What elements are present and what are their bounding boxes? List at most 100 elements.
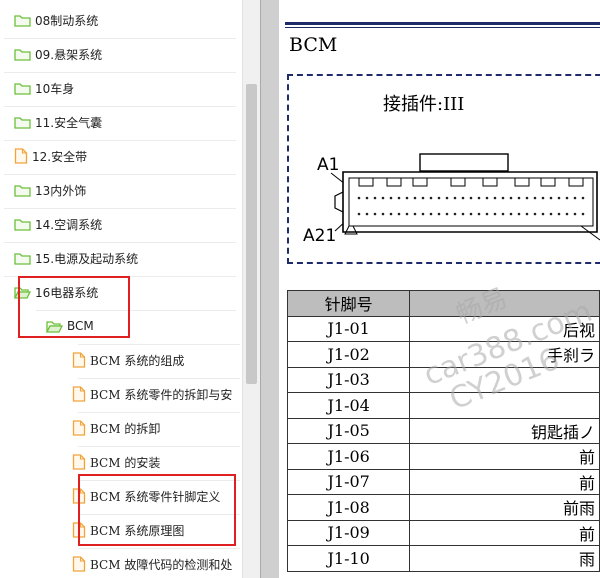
table-row: J1-07 前	[286, 468, 600, 495]
navigation-tree: 08制动系统 09.悬架系统 10车身 11.安全气囊 12.安全带 13内外饰…	[0, 0, 242, 578]
folder-icon	[14, 48, 31, 61]
divider	[78, 412, 240, 413]
divider	[78, 548, 240, 549]
description-cell: 前雨	[409, 494, 600, 521]
divider	[36, 310, 236, 311]
tree-item-label: 09.悬架系统	[35, 47, 103, 62]
table-row: J1-03	[286, 366, 600, 393]
description-cell: 钥匙插ノ	[409, 417, 600, 444]
divider	[78, 378, 240, 379]
document-page: BCM 接插件:III A1 A21 针脚号 J1-01 后视 J1-02 手刹…	[279, 0, 600, 578]
document-icon	[72, 454, 86, 470]
description-cell: 前	[409, 443, 600, 470]
tree-item-label: 08制动系统	[35, 13, 99, 28]
divider	[4, 276, 236, 277]
tree-item-label: 14.空调系统	[35, 217, 103, 232]
folder-icon	[14, 14, 31, 27]
tree-item-label: BCM 的安装	[90, 455, 161, 470]
pin-cell: J1-05	[286, 417, 411, 444]
tree-item-label: BCM 系统的组成	[90, 353, 185, 368]
pin-cell: J1-04	[286, 392, 411, 419]
tree-item-seatbelt[interactable]: 12.安全带	[14, 145, 87, 167]
tree-item-label: 12.安全带	[32, 149, 88, 164]
pin-cell: J1-09	[286, 519, 411, 546]
pin-cell: J1-03	[286, 366, 411, 393]
divider	[4, 72, 236, 73]
sidebar-scrollbar[interactable]	[242, 0, 260, 578]
pin-definition-table: 针脚号 J1-01 后视 J1-02 手刹ラ J1-03 J1-04 J1-05 钥匙…	[286, 290, 600, 572]
tree-item-interior-exterior[interactable]: 13内外饰	[14, 179, 86, 201]
tree-item-body[interactable]: 10车身	[14, 77, 74, 99]
description-cell: 前	[409, 468, 600, 495]
document-icon	[72, 522, 86, 538]
tree-item-label: BCM 系统原理图	[90, 523, 185, 538]
tree-item-power-starting[interactable]: 15.电源及起动系统	[14, 247, 138, 269]
table-row: J1-06 前	[286, 443, 600, 470]
table-row: J1-01 后视	[286, 315, 600, 342]
tree-item-air-conditioning[interactable]: 14.空调系统	[14, 213, 102, 235]
folder-icon	[14, 218, 31, 231]
tree-item-bcm-composition[interactable]: BCM 系统的组成	[72, 349, 184, 371]
tree-item-label: BCM 系统零件的拆卸与安	[90, 387, 233, 402]
tree-item-bcm-pin-definition[interactable]: BCM 系统零件针脚定义	[72, 485, 220, 507]
tree-item-airbag[interactable]: 11.安全气囊	[14, 111, 102, 133]
table-row: J1-09 前	[286, 519, 600, 546]
document-icon	[72, 420, 86, 436]
tree-item-brake-system[interactable]: 08制动系统	[14, 9, 98, 31]
tree-item-suspension-system[interactable]: 09.悬架系统	[14, 43, 102, 65]
tree-item-bcm[interactable]: BCM	[46, 315, 94, 337]
table-header-row: 针脚号	[286, 290, 600, 317]
pin-cell: J1-07	[286, 468, 411, 495]
tree-item-bcm-fault-codes[interactable]: BCM 故障代码的检测和处	[72, 553, 232, 575]
column-header-description	[409, 290, 600, 317]
pin-cell: J1-10	[286, 545, 411, 572]
description-cell: 前	[409, 519, 600, 546]
page-title: BCM	[289, 34, 338, 56]
document-icon	[72, 488, 86, 504]
description-cell: 雨	[409, 545, 600, 572]
tree-item-label: 10车身	[35, 81, 75, 96]
table-row: J1-08 前雨	[286, 494, 600, 521]
tree-item-label: 16电器系统	[35, 285, 99, 300]
folder-open-icon	[46, 320, 63, 333]
pin-label-a1: A1	[317, 155, 339, 175]
folder-icon	[14, 252, 31, 265]
description-cell: 手刹ラ	[409, 341, 600, 368]
tree-item-bcm-removal-install[interactable]: BCM 系统零件的拆卸与安	[72, 383, 232, 405]
document-icon	[72, 386, 86, 402]
description-cell	[409, 366, 600, 393]
divider	[78, 480, 240, 481]
divider	[4, 208, 236, 209]
folder-icon	[14, 116, 31, 129]
pin-cell: J1-08	[286, 494, 411, 521]
tree-item-label: 15.电源及起动系统	[35, 251, 139, 266]
divider	[4, 106, 236, 107]
pin-label-a21: A21	[303, 226, 336, 246]
table-row: J1-04	[286, 392, 600, 419]
pin-cell: J1-06	[286, 443, 411, 470]
pin-cell: J1-01	[286, 315, 411, 342]
divider	[4, 38, 236, 39]
description-cell	[409, 392, 600, 419]
tree-item-bcm-removal[interactable]: BCM 的拆卸	[72, 417, 160, 439]
tree-item-label: 11.安全气囊	[35, 115, 103, 130]
divider	[78, 514, 240, 515]
tree-item-bcm-schematic[interactable]: BCM 系统原理图	[72, 519, 184, 541]
pane-divider[interactable]	[260, 0, 280, 578]
connector-label: 接插件:III	[383, 94, 465, 115]
connector-diagram: A1 A21	[303, 153, 600, 246]
folder-icon	[14, 184, 31, 197]
tree-item-electrical-system[interactable]: 16电器系统	[14, 281, 98, 303]
description-cell: 后视	[409, 315, 600, 342]
table-row: J1-05 钥匙插ノ	[286, 417, 600, 444]
document-icon	[72, 556, 86, 572]
document-icon	[72, 352, 86, 368]
document-icon	[14, 148, 28, 164]
scrollbar-thumb[interactable]	[246, 84, 257, 384]
tree-item-label: 13内外饰	[35, 183, 87, 198]
tree-item-bcm-installation[interactable]: BCM 的安装	[72, 451, 160, 473]
divider	[4, 242, 236, 243]
header-rule	[285, 27, 600, 28]
divider	[4, 140, 236, 141]
table-row: J1-10 雨	[286, 545, 600, 572]
